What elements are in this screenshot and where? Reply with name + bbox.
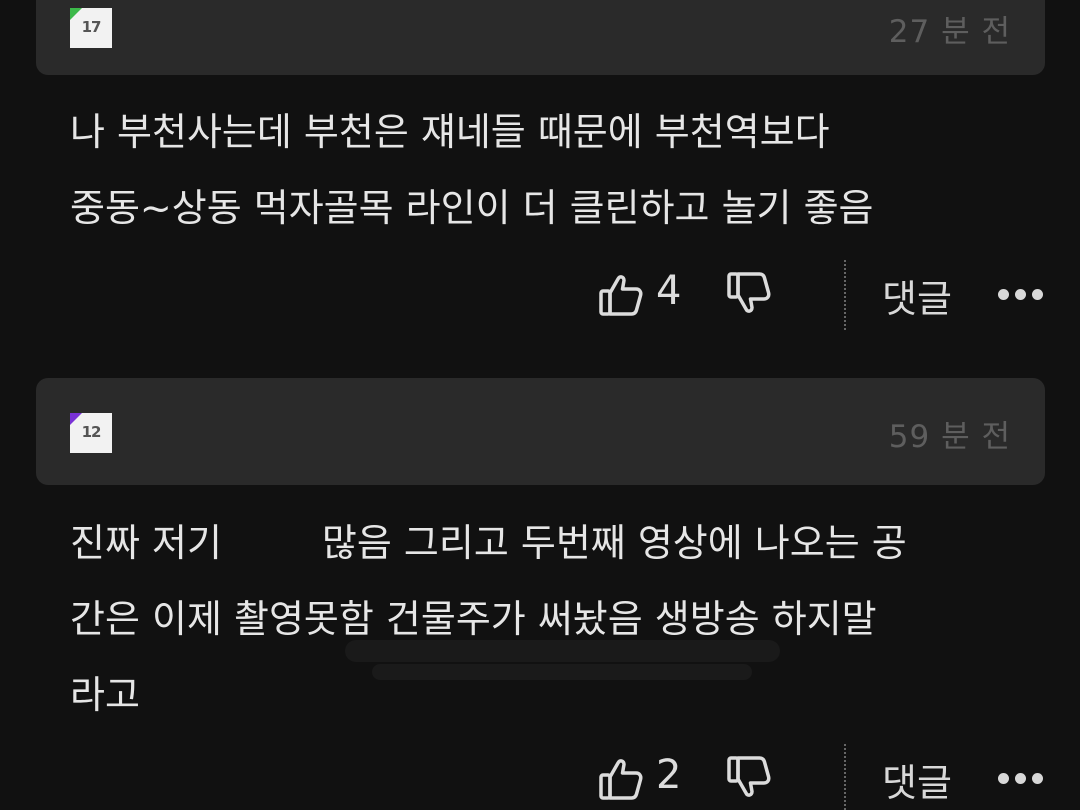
comment-line-end: 많음 그리고 두번째 영상에 나오는 공 bbox=[321, 521, 907, 565]
comment-header: 17 27 분 전 bbox=[36, 0, 1045, 75]
comment-line: 중동~상동 먹자골목 라인이 더 클린하고 놀기 좋음 bbox=[70, 186, 874, 230]
more-dot bbox=[1015, 289, 1026, 300]
reply-button[interactable]: 댓글 bbox=[882, 752, 952, 807]
like-count: 4 bbox=[656, 268, 682, 314]
reply-button[interactable]: 댓글 bbox=[882, 268, 952, 323]
more-dot bbox=[998, 289, 1009, 300]
action-divider bbox=[844, 744, 846, 810]
more-dot bbox=[1015, 773, 1026, 784]
redaction-smudge bbox=[345, 640, 780, 662]
comment-header: 12 59 분 전 bbox=[36, 378, 1045, 485]
action-divider bbox=[844, 260, 846, 330]
badge-level-number: 12 bbox=[81, 423, 102, 441]
comment-thread: 17 27 분 전 나 부천사는데 부천은 쟤네들 때문에 부천역보다 중동~상… bbox=[0, 0, 1080, 810]
comment-line: 진짜 저기 많음 그리고 두번째 영상에 나오는 공 bbox=[70, 505, 1050, 581]
more-dot bbox=[998, 773, 1009, 784]
comment-line-start: 진짜 저기 bbox=[70, 521, 222, 565]
more-options-icon[interactable] bbox=[996, 276, 1046, 312]
badge-level-number: 17 bbox=[81, 18, 102, 36]
more-options-icon[interactable] bbox=[996, 760, 1046, 796]
thumbs-down-icon[interactable] bbox=[724, 268, 774, 318]
redaction-smudge bbox=[372, 664, 752, 680]
thumbs-up-icon[interactable] bbox=[596, 754, 646, 804]
like-count: 2 bbox=[656, 752, 682, 798]
comment-timestamp: 59 분 전 bbox=[888, 419, 1011, 455]
comment-body: 진짜 저기 많음 그리고 두번째 영상에 나오는 공 간은 이제 촬영못함 건물주… bbox=[70, 505, 1050, 733]
comment-timestamp: 27 분 전 bbox=[888, 14, 1011, 50]
more-dot bbox=[1032, 289, 1043, 300]
user-level-badge[interactable]: 17 bbox=[70, 8, 112, 48]
comment-line: 나 부천사는데 부천은 쟤네들 때문에 부천역보다 bbox=[70, 110, 830, 154]
comment-actions: 2 댓글 bbox=[590, 738, 1060, 810]
more-dot bbox=[1032, 773, 1043, 784]
user-level-badge[interactable]: 12 bbox=[70, 413, 112, 453]
thumbs-up-icon[interactable] bbox=[596, 270, 646, 320]
thumbs-down-icon[interactable] bbox=[724, 752, 774, 802]
comment-actions: 4 댓글 bbox=[590, 254, 1060, 334]
comment-body: 나 부천사는데 부천은 쟤네들 때문에 부천역보다 중동~상동 먹자골목 라인이… bbox=[70, 94, 1050, 246]
